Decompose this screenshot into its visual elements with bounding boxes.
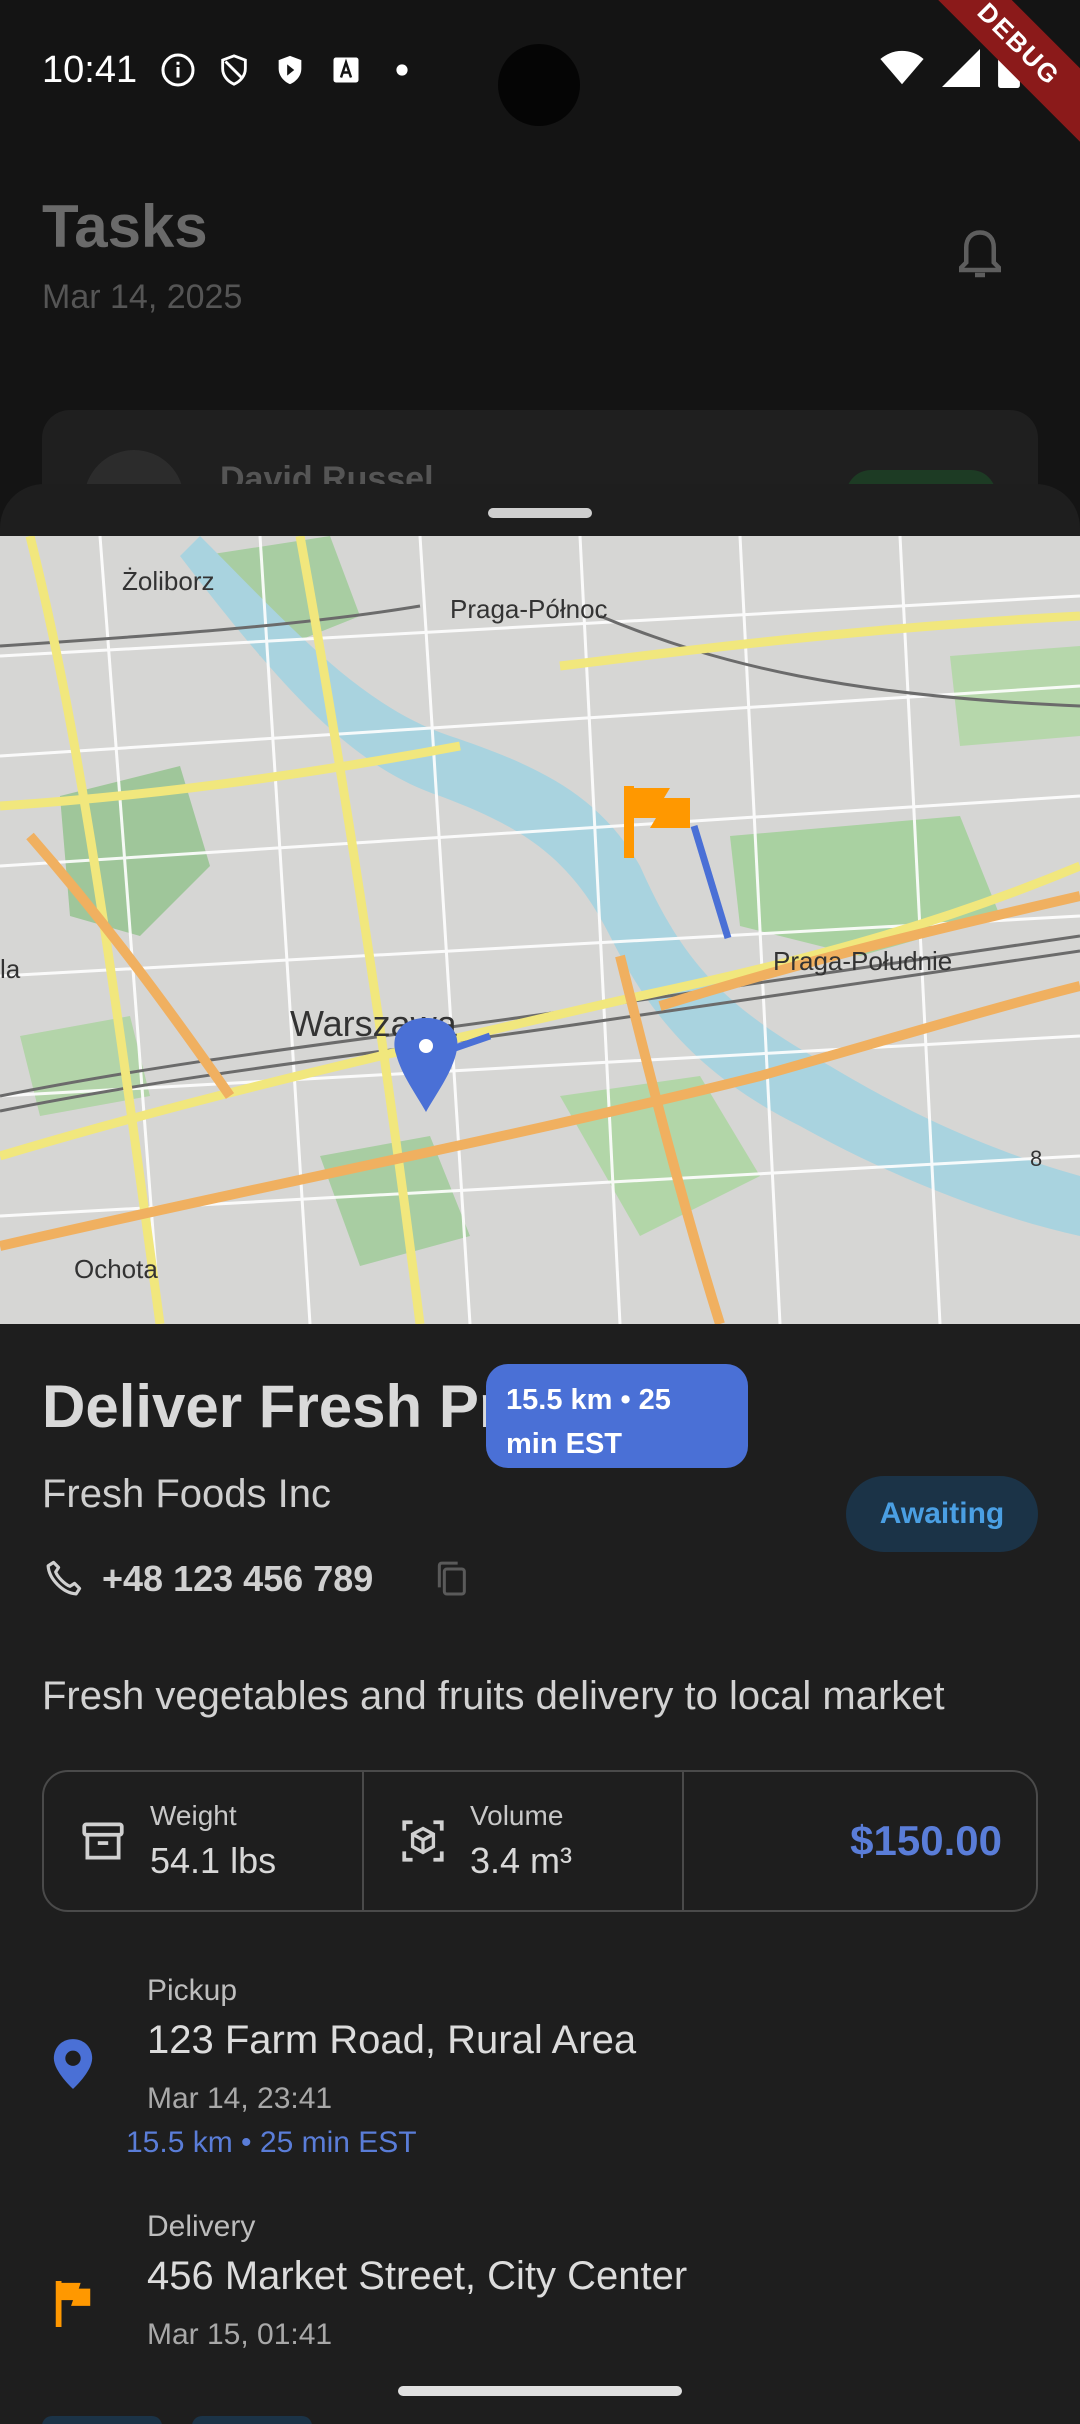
signal-icon [942, 49, 980, 97]
weight-label: Weight [150, 1800, 237, 1831]
pickup-time: Mar 14, 23:41 [147, 2082, 333, 2115]
task-description: Fresh vegetables and fruits delivery to … [42, 1674, 945, 1718]
map-label-zoliborz: Żoliborz [122, 566, 214, 596]
map-label-praga-polnoc: Praga-Północ [450, 594, 608, 624]
phone-row[interactable]: +48 123 456 789 [42, 1558, 471, 1600]
delivery-address: 456 Market Street, City Center [147, 2254, 688, 2298]
font-icon [327, 51, 365, 89]
flag-icon [55, 2281, 91, 2327]
status-icons [159, 51, 421, 89]
map-label-ochota: Ochota [74, 1254, 158, 1284]
map-label-route-number: 8 [1030, 1146, 1042, 1171]
location-pin-icon [53, 2039, 93, 2089]
page-date: Mar 14, 2025 [42, 278, 243, 316]
task-detail-sheet[interactable]: Żoliborz Praga-Północ Praga-Południe War… [0, 484, 1080, 2424]
background-page: Tasks Mar 14, 2025 David Russel [0, 140, 1080, 560]
play-protect-icon [271, 51, 309, 89]
screen: 10:41 DEBUG Tasks Mar 14, 2025 David Rus… [0, 0, 1080, 2424]
wifi-icon [880, 50, 924, 96]
pickup-stop[interactable]: Pickup 123 Farm Road, Rural Area Mar 14,… [42, 1974, 1038, 2174]
action-buttons-peek[interactable] [42, 2416, 312, 2424]
map-label-praga-poludnie: Praga-Południe [773, 946, 952, 976]
weight-value: 54.1 lbs [150, 1840, 277, 1881]
bell-icon [959, 230, 1001, 278]
pickup-address: 123 Farm Road, Rural Area [147, 2018, 637, 2062]
status-time: 10:41 [42, 48, 138, 91]
page-title: Tasks [42, 193, 208, 260]
route-callout: 15.5 km • 25 min EST [486, 1364, 748, 1468]
volume-stat: Volume 3.4 m³ [362, 1772, 682, 1910]
price-stat: $150.00 [682, 1772, 1036, 1910]
cube-scan-icon [402, 1820, 444, 1862]
price-value: $150.00 [850, 1817, 1002, 1864]
status-badge: Awaiting [846, 1476, 1038, 1552]
delivery-label: Delivery [147, 2210, 256, 2243]
archive-icon [82, 1822, 124, 1860]
weight-stat: Weight 54.1 lbs [44, 1772, 362, 1910]
copy-icon[interactable] [431, 1559, 471, 1599]
volume-value: 3.4 m³ [470, 1840, 573, 1881]
company-name: Fresh Foods Inc [42, 1472, 332, 1516]
stats-panel: Weight 54.1 lbs Volume 3.4 m³ $150.00 [42, 1770, 1038, 1912]
phone-icon [46, 1560, 82, 1596]
drag-handle[interactable] [488, 508, 592, 518]
pickup-label: Pickup [147, 1974, 238, 2007]
delivery-stop[interactable]: Delivery 456 Market Street, City Center … [42, 2210, 1038, 2351]
status-bar: 10:41 [0, 0, 1080, 140]
delivery-time: Mar 15, 01:41 [147, 2318, 333, 2351]
info-icon [159, 51, 197, 89]
route-map[interactable]: Żoliborz Praga-Północ Praga-Południe War… [0, 536, 1080, 1324]
map-canvas: Żoliborz Praga-Północ Praga-Południe War… [0, 536, 1080, 1324]
action-chip[interactable] [192, 2416, 312, 2424]
map-label-edge: la [0, 954, 21, 984]
dot-icon [383, 51, 421, 89]
shield-icon [215, 51, 253, 89]
gesture-nav-bar[interactable] [398, 2386, 682, 2396]
pickup-distance: 15.5 km • 25 min EST [126, 2126, 417, 2159]
action-chip[interactable] [42, 2416, 162, 2424]
phone-number[interactable]: +48 123 456 789 [102, 1558, 373, 1600]
volume-label: Volume [470, 1800, 564, 1831]
